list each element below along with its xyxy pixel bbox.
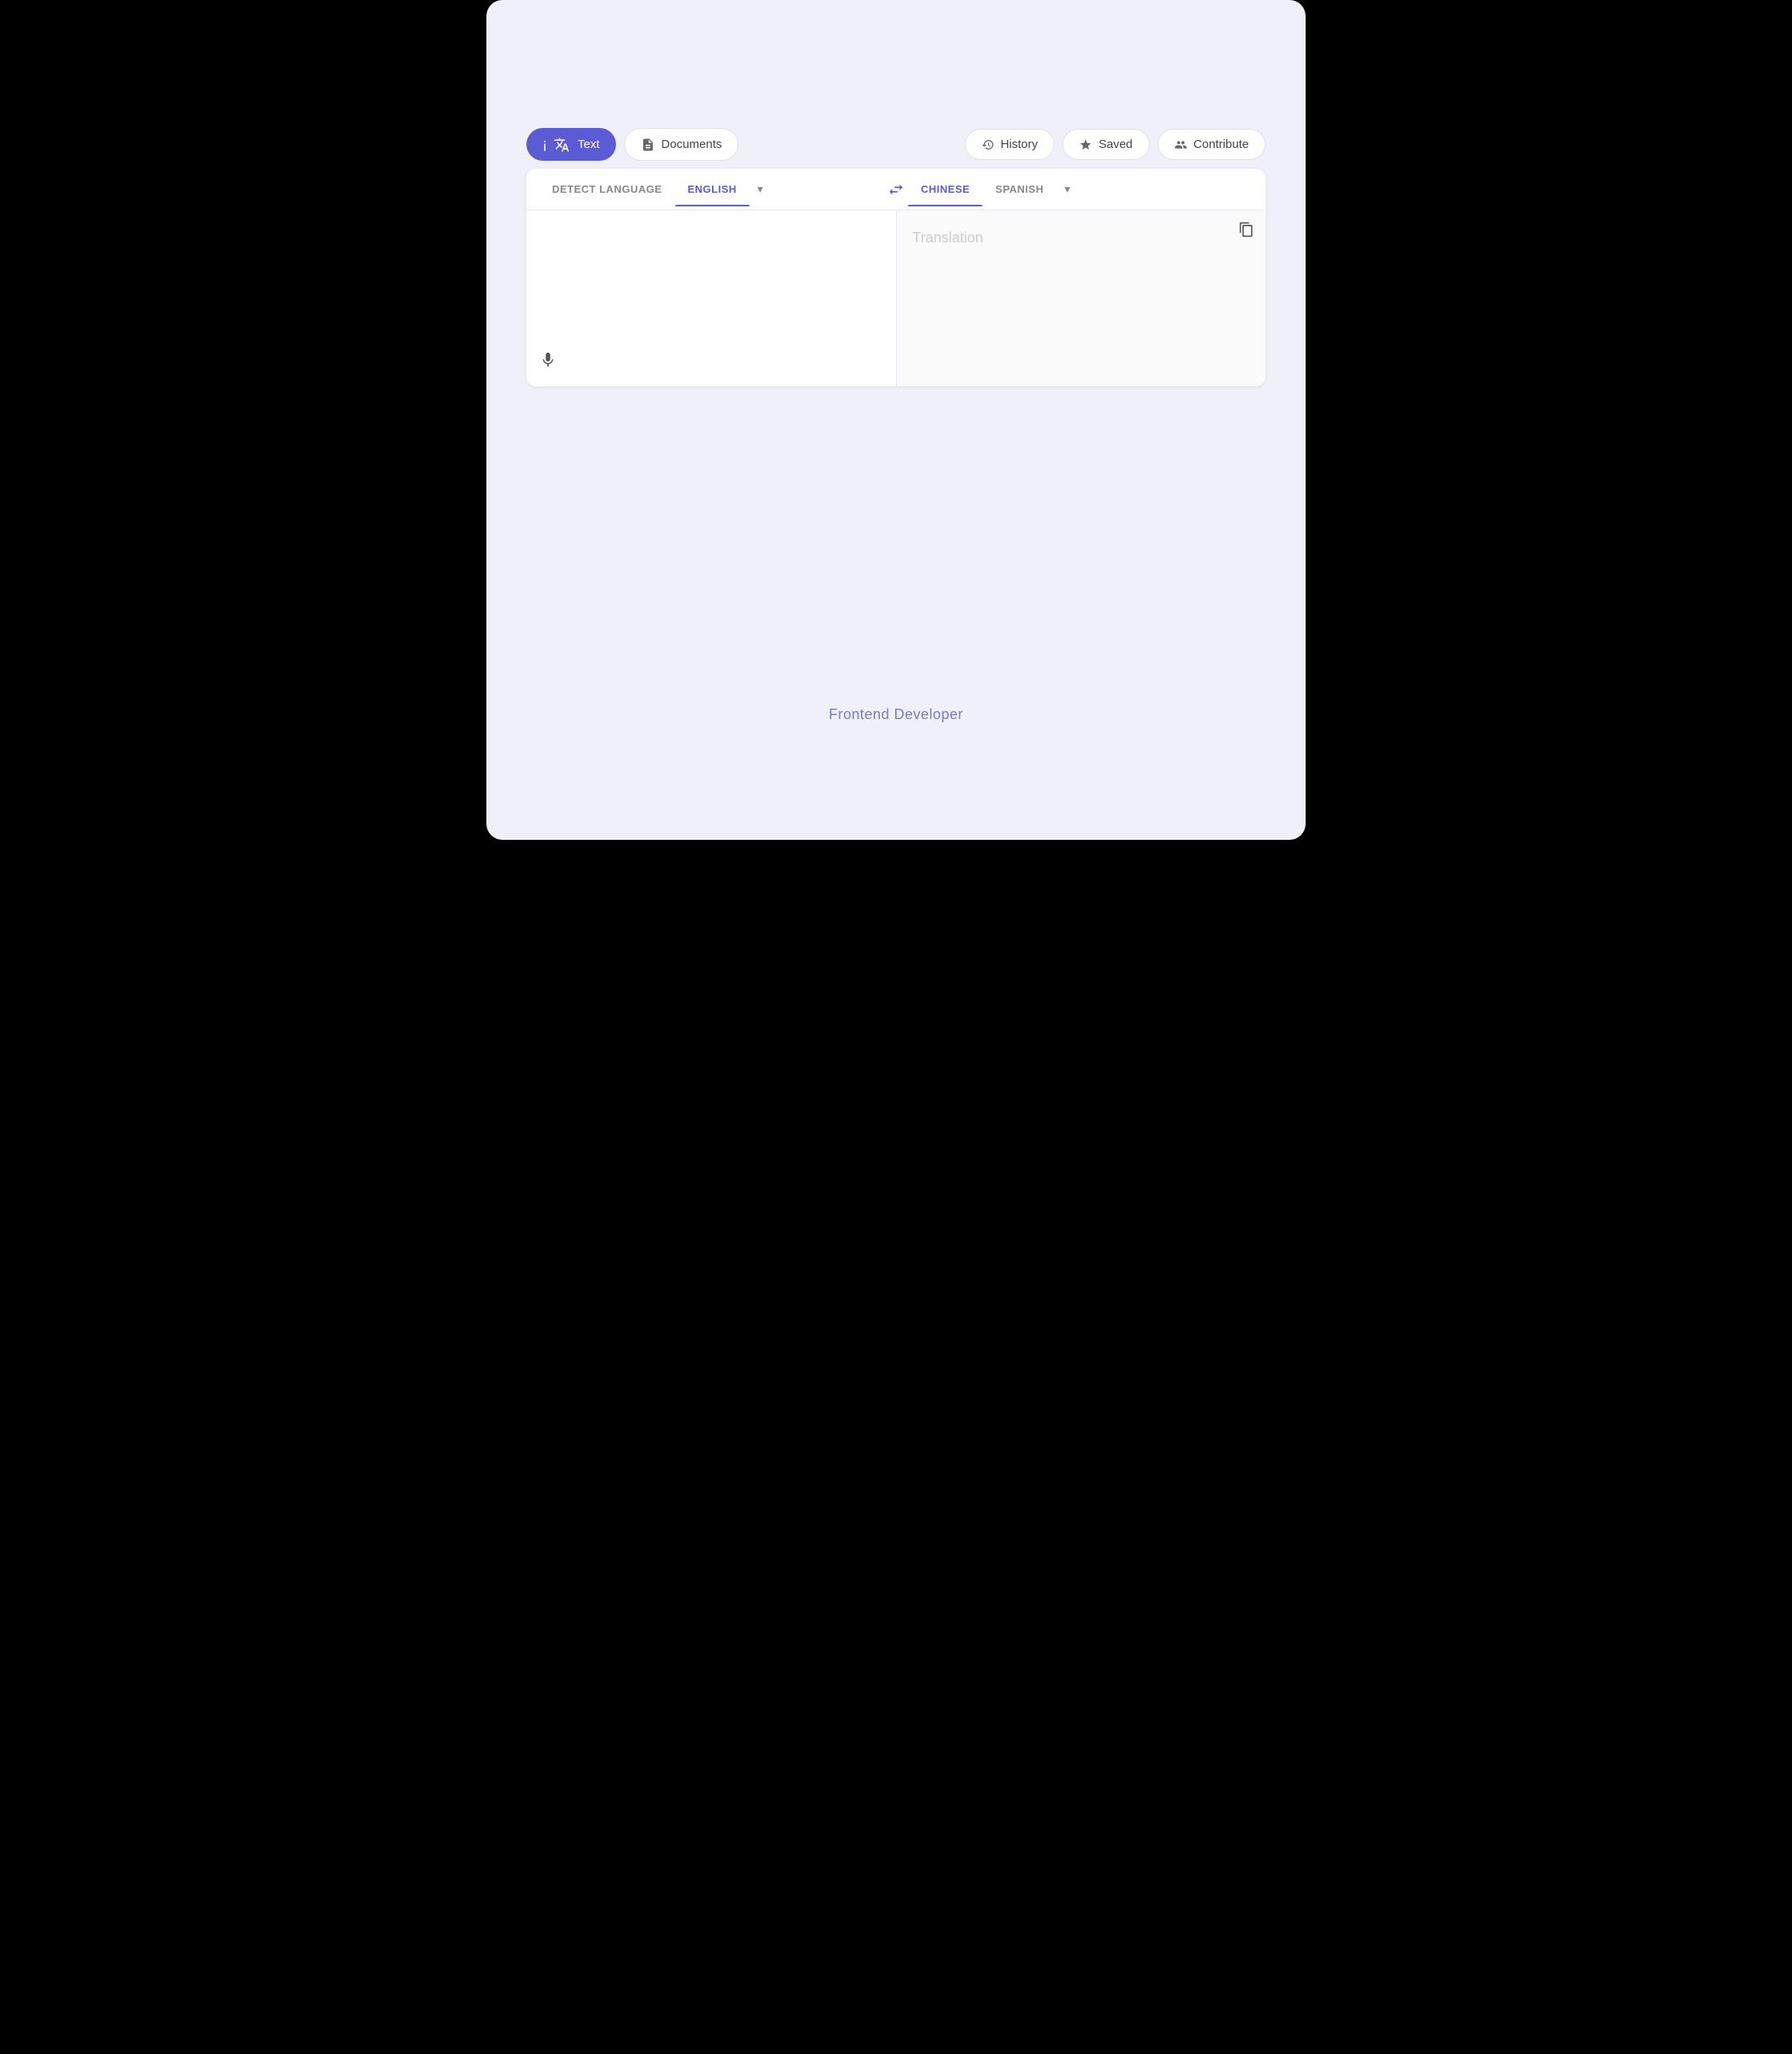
history-button-label: History bbox=[1001, 138, 1038, 151]
target-language-options: CHINESE SPANISH ▾ bbox=[884, 171, 1253, 207]
source-language-dropdown[interactable]: ▾ bbox=[750, 171, 771, 207]
people-icon bbox=[1174, 138, 1187, 151]
right-tabs: History Saved Contribute bbox=[965, 129, 1266, 160]
history-button[interactable]: History bbox=[965, 129, 1055, 160]
saved-button-label: Saved bbox=[1098, 138, 1133, 151]
translate-icon: ¡ bbox=[542, 136, 547, 153]
contribute-button[interactable]: Contribute bbox=[1158, 129, 1266, 160]
language-bar: DETECT LANGUAGE ENGLISH ▾ CHINESE SPANIS… bbox=[526, 169, 1266, 210]
text-tab-label: Text bbox=[578, 138, 600, 151]
document-icon bbox=[641, 138, 655, 152]
copy-icon bbox=[1238, 222, 1254, 238]
chinese-language-option[interactable]: CHINESE bbox=[908, 172, 982, 206]
footer-text: Frontend Developer bbox=[829, 706, 963, 722]
left-tabs: ¡ Text Documents bbox=[526, 128, 738, 161]
saved-button[interactable]: Saved bbox=[1062, 129, 1150, 160]
source-text-input[interactable] bbox=[542, 226, 880, 338]
microphone-button[interactable] bbox=[539, 351, 557, 374]
target-language-dropdown[interactable]: ▾ bbox=[1057, 171, 1078, 207]
clock-icon bbox=[982, 138, 994, 151]
english-language-option[interactable]: ENGLISH bbox=[675, 172, 750, 206]
mic-icon bbox=[539, 351, 557, 369]
app-wrapper: ¡ Text Documents History bbox=[486, 0, 1306, 840]
copy-translation-button[interactable] bbox=[1238, 222, 1254, 242]
translation-panels: Translation bbox=[526, 210, 1266, 386]
translation-card: DETECT LANGUAGE ENGLISH ▾ CHINESE SPANIS… bbox=[526, 169, 1266, 386]
translated-text-panel: Translation bbox=[897, 210, 1266, 386]
star-icon bbox=[1079, 138, 1092, 151]
translation-output: Translation bbox=[913, 230, 1250, 246]
swap-icon bbox=[887, 181, 905, 198]
contribute-button-label: Contribute bbox=[1194, 138, 1249, 151]
swap-languages-button[interactable] bbox=[884, 178, 908, 202]
footer: Frontend Developer bbox=[526, 706, 1266, 723]
text-tab-button[interactable]: ¡ Text bbox=[526, 128, 616, 161]
target-chevron-icon: ▾ bbox=[1065, 182, 1070, 196]
source-text-panel bbox=[526, 210, 897, 386]
detect-language-option[interactable]: DETECT LANGUAGE bbox=[539, 172, 675, 206]
documents-tab-button[interactable]: Documents bbox=[624, 128, 739, 161]
documents-tab-label: Documents bbox=[662, 138, 722, 151]
spanish-language-option[interactable]: SPANISH bbox=[982, 172, 1056, 206]
source-language-options: DETECT LANGUAGE ENGLISH ▾ bbox=[539, 171, 884, 207]
top-bar: ¡ Text Documents History bbox=[526, 128, 1266, 161]
translate-svg-icon bbox=[554, 137, 570, 153]
source-chevron-icon: ▾ bbox=[758, 182, 763, 196]
